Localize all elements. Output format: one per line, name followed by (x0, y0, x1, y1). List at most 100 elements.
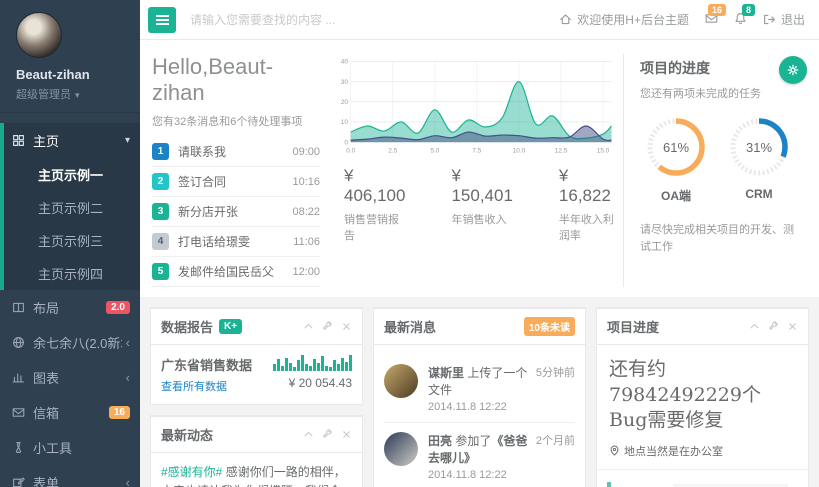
oa-donut-chart: 61% (644, 115, 708, 179)
avatar[interactable] (384, 432, 418, 466)
collapse-icon[interactable] (303, 321, 314, 332)
wrench-icon[interactable] (322, 321, 333, 332)
sidebar-section-home: 主页 主页示例一 主页示例二 主页示例三 主页示例四 (0, 123, 140, 290)
panel-project-progress: 项目进度 还有约79842492229个Bug需要修复 地点当然是在办公室 (596, 307, 809, 487)
todo-item[interactable]: 3 新分店开张 08:22 (152, 197, 320, 227)
panel-header: 数据报告 K+ (151, 309, 362, 345)
bug-headline: 还有约79842492229个Bug需要修复 (609, 357, 796, 434)
sidebar-item-home[interactable]: 主页 (4, 123, 140, 158)
welcome-link[interactable]: 欢迎使用H+后台主题 (559, 11, 689, 28)
collapse-icon[interactable] (303, 429, 314, 440)
main-area: 欢迎使用H+后台主题 16 8 退出 (140, 0, 819, 487)
project-headline-block: 还有约79842492229个Bug需要修复 地点当然是在办公室 (597, 345, 808, 470)
messages-button[interactable]: 16 (705, 12, 718, 28)
sign-out-icon (763, 13, 776, 26)
todo-item[interactable]: 4 打电话给璟雯 11:06 (152, 227, 320, 257)
todo-number-badge: 2 (152, 173, 169, 190)
todo-item[interactable]: 2 签订合同 10:16 (152, 167, 320, 197)
notifications-button[interactable]: 8 (734, 12, 747, 28)
greeting-subtitle: 您有32条消息和6个待处理事项 (152, 113, 320, 129)
panel-header: 最新动态 (151, 417, 362, 453)
sidebar-toggle-button[interactable] (148, 7, 176, 33)
project-location: 地点当然是在办公室 (609, 443, 796, 459)
todo-number-badge: 3 (152, 203, 169, 220)
svg-text:7.5: 7.5 (472, 147, 481, 154)
svg-text:10.0: 10.0 (513, 147, 526, 154)
project-progress-section: 项目的进度 您还有两项未完成的任务 61% OA端 31% (623, 54, 809, 287)
sidebar-subitem-home-1[interactable]: 主页示例一 (4, 158, 140, 191)
sidebar: Beaut-zihan 超级管理员 主页 主页示例一 主页示例二 主页示例三 主… (0, 0, 140, 487)
user-avatar[interactable] (16, 12, 62, 58)
stat-block: ¥ 150,401 年销售收入 (451, 166, 512, 243)
panel-header: 最新消息 10条未读 (374, 309, 585, 345)
top-navbar: 欢迎使用H+后台主题 16 8 退出 (140, 0, 819, 40)
sidebar-item-charts[interactable]: 图表 (0, 360, 140, 395)
feed-post: #感谢有你# 感谢你们一路的相伴，未来也请让我为你们撑腰，我们会更好 (161, 463, 352, 487)
close-icon[interactable] (341, 321, 352, 332)
donut-crm: 31% CRM (727, 115, 791, 204)
timeline: 6:00 2小时前 服务器已彻底瘫痪 还未检查出错误 (607, 482, 798, 487)
greeting-section: Hello,Beaut-zihan 您有32条消息和6个待处理事项 1 请联系我… (150, 54, 330, 287)
collapse-icon[interactable] (749, 321, 760, 332)
sidebar-subitem-home-3[interactable]: 主页示例三 (4, 224, 140, 257)
close-icon[interactable] (787, 321, 798, 332)
settings-fab-button[interactable] (779, 56, 807, 84)
panel-body: 6:00 2小时前 服务器已彻底瘫痪 还未检查出错误 (597, 482, 808, 487)
sidebar-item-forms[interactable]: 表单 (0, 465, 140, 487)
sidebar-item-widgets[interactable]: 小工具 (0, 430, 140, 465)
svg-text:0: 0 (344, 139, 348, 146)
page-header: Hello,Beaut-zihan 您有32条消息和6个待处理事项 1 请联系我… (140, 40, 819, 297)
welcome-text: 欢迎使用H+后台主题 (577, 11, 689, 28)
panel-tools (749, 321, 798, 332)
section-title: 项目的进度 (640, 58, 795, 78)
crm-donut-chart: 31% (727, 115, 791, 179)
alert-count-badge: 8 (742, 4, 755, 16)
message-item[interactable]: 谋斯里 上传了一个文件 2014.11.8 12:22 5分钟前 (384, 355, 575, 423)
view-all-data-link[interactable]: 查看所有数据 (161, 378, 227, 394)
greeting-title: Hello,Beaut-zihan (152, 54, 320, 106)
bar-chart-icon (12, 371, 25, 384)
stat-block: ¥ 16,822 半年收入利润率 (559, 166, 617, 243)
home-icon (559, 13, 572, 26)
sidebar-item-layout[interactable]: 布局 2.0 (0, 290, 140, 325)
app-root: Beaut-zihan 超级管理员 主页 主页示例一 主页示例二 主页示例三 主… (0, 0, 819, 487)
sidebar-profile: Beaut-zihan 超级管理员 (0, 0, 140, 113)
todo-number-badge: 4 (152, 233, 169, 250)
panel-title: 最新消息 (384, 317, 436, 336)
th-large-icon (12, 134, 25, 147)
avatar[interactable] (384, 364, 418, 398)
logout-button[interactable]: 退出 (763, 11, 805, 28)
report-value: ¥ 20 054.43 (273, 376, 352, 390)
message-item[interactable]: 田亮 参加了《爸爸去哪儿》 2014.11.8 12:22 2个月前 (384, 423, 575, 487)
svg-text:20: 20 (341, 99, 349, 106)
donut-row: 61% OA端 31% CRM (640, 115, 795, 204)
map-pin-icon (609, 445, 620, 456)
svg-text:12.5: 12.5 (555, 147, 568, 154)
edit-icon (12, 476, 25, 487)
sidebar-subitem-home-4[interactable]: 主页示例四 (4, 257, 140, 290)
content-area: 数据报告 K+ 广东省销售数据 查看所有数据 (140, 297, 819, 487)
panel-body: 广东省销售数据 查看所有数据 ¥ 20 054.43 (151, 345, 362, 404)
close-icon[interactable] (341, 429, 352, 440)
hashtag[interactable]: #感谢有你# (161, 465, 222, 479)
wrench-icon[interactable] (768, 321, 779, 332)
sidebar-item-extra[interactable]: 余七余八(2.0新增) (0, 325, 140, 360)
sidebar-menu: 主页 主页示例一 主页示例二 主页示例三 主页示例四 布局 2.0 余七余八(2… (0, 123, 140, 487)
user-role-dropdown[interactable]: 超级管理员 (16, 86, 140, 102)
todo-item[interactable]: 1 请联系我 09:00 (152, 137, 320, 167)
k-plus-badge: K+ (219, 319, 242, 334)
user-name: Beaut-zihan (16, 67, 140, 82)
svg-text:30: 30 (341, 79, 349, 86)
svg-text:2.5: 2.5 (388, 147, 397, 154)
panel-latest-messages: 最新消息 10条未读 谋斯里 上传了一个文件 2014.11.8 12:22 5… (373, 307, 586, 487)
panel-latest-activity: 最新动态 #感谢有你# 感谢你们一路的相伴，未来也请让我为你们撑腰，我们会更好 … (150, 415, 363, 487)
todo-item[interactable]: 5 发邮件给国民岳父 12:00 (152, 257, 320, 287)
sidebar-item-mailbox[interactable]: 信箱 16 (0, 395, 140, 430)
panel-body: 谋斯里 上传了一个文件 2014.11.8 12:22 5分钟前 田亮 参加了《… (374, 345, 585, 487)
search-input[interactable] (190, 13, 440, 27)
wrench-icon[interactable] (322, 429, 333, 440)
unread-badge: 10条未读 (524, 317, 575, 336)
mail-count-badge: 16 (708, 4, 726, 16)
sidebar-subitem-home-2[interactable]: 主页示例二 (4, 191, 140, 224)
panel-title: 数据报告 (161, 317, 213, 336)
